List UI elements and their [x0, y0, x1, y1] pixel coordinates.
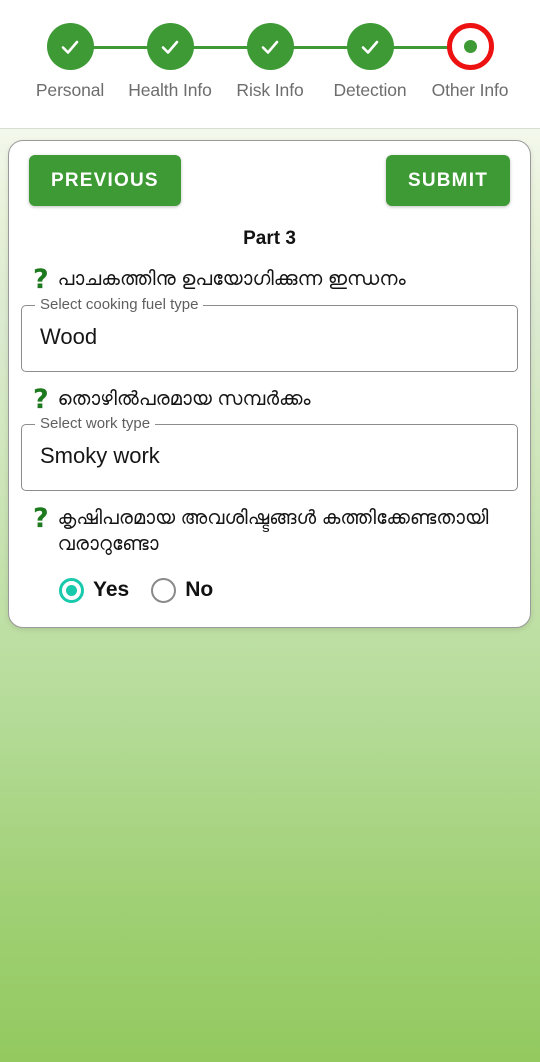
step-connector: [92, 46, 148, 49]
radio-option-no[interactable]: No: [151, 577, 214, 603]
stepper-step-detection[interactable]: Detection: [320, 23, 448, 101]
stepper-label-detection: Detection: [333, 80, 407, 100]
app-background: Personal Health Info Risk Info Detection…: [0, 0, 540, 1062]
question-mark-icon: ?: [33, 264, 49, 295]
card-actions: PREVIOUS SUBMIT: [21, 155, 518, 206]
step-circle-current[interactable]: [446, 23, 494, 70]
cooking-fuel-label: Select cooking fuel type: [35, 295, 204, 313]
stepper-steps: Personal Health Info Risk Info Detection…: [0, 23, 540, 101]
stepper-step-health-info[interactable]: Health Info: [120, 23, 248, 101]
step-connector: [192, 46, 248, 49]
check-icon: [58, 35, 82, 59]
previous-button[interactable]: PREVIOUS: [29, 155, 181, 206]
submit-button[interactable]: SUBMIT: [385, 155, 510, 206]
step-connector: [292, 46, 348, 49]
question-agricultural-waste-burning: ? കൃഷിപരമായ അവശിഷ്ടങ്ങൾ കത്തിക്കേണ്ടതായി…: [21, 495, 518, 567]
progress-stepper: Personal Health Info Risk Info Detection…: [0, 0, 540, 129]
question-text: കൃഷിപരമായ അവശിഷ്ടങ്ങൾ കത്തിക്കേണ്ടതായി വ…: [57, 507, 489, 556]
step-connector: [392, 46, 448, 49]
cooking-fuel-select[interactable]: Select cooking fuel type Wood: [21, 295, 518, 372]
stepper-step-personal[interactable]: Personal: [20, 23, 148, 101]
dot-icon: [463, 40, 477, 53]
stepper-label-other-info: Other Info: [431, 80, 509, 100]
radio-label-yes: Yes: [93, 578, 130, 602]
question-mark-icon: ?: [33, 503, 49, 535]
stepper-label-personal: Personal: [35, 80, 105, 100]
check-icon: [258, 35, 282, 59]
stepper-label-risk-info: Risk Info: [236, 80, 304, 100]
step-circle-completed[interactable]: [46, 23, 94, 70]
work-type-value: Smoky work: [40, 443, 160, 469]
work-type-select[interactable]: Select work type Smoky work: [21, 415, 518, 492]
radio-option-yes[interactable]: Yes: [59, 577, 130, 603]
agricultural-waste-radio-group: Yes No: [21, 568, 518, 607]
radio-label-no: No: [185, 578, 214, 602]
work-type-label: Select work type: [35, 415, 156, 433]
step-circle-completed[interactable]: [246, 23, 294, 70]
question-text: പാചകത്തിനു ഉപയോഗിക്കുന്ന ഇന്ധനം: [57, 268, 406, 290]
question-mark-icon: ?: [33, 383, 49, 415]
step-circle-completed[interactable]: [146, 23, 194, 70]
check-icon: [158, 35, 182, 59]
stepper-step-other-info[interactable]: Other Info: [420, 23, 520, 101]
question-text: തൊഴിൽപരമായ സമ്പർക്കം: [57, 387, 311, 410]
cooking-fuel-value: Wood: [40, 323, 98, 349]
radio-unselected-icon[interactable]: [151, 577, 177, 603]
form-card: PREVIOUS SUBMIT Part 3 ? പാചകത്തിനു ഉപയോ…: [8, 140, 531, 628]
stepper-label-health-info: Health Info: [128, 80, 212, 100]
page-title: Part 3: [243, 228, 296, 249]
step-circle-completed[interactable]: [346, 23, 394, 70]
radio-selected-icon[interactable]: [59, 577, 84, 603]
check-icon: [358, 35, 382, 59]
stepper-step-risk-info[interactable]: Risk Info: [220, 23, 348, 101]
